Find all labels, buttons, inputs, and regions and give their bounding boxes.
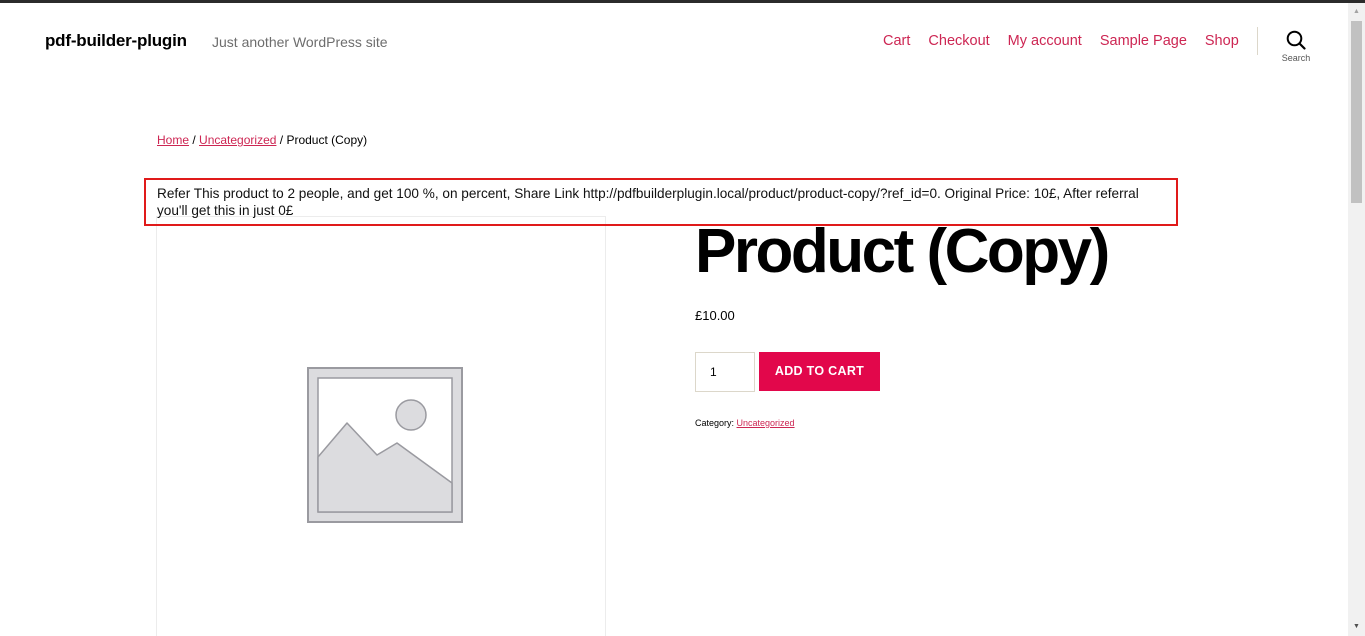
category-label: Category:: [695, 418, 737, 428]
nav-item-checkout[interactable]: Checkout: [928, 33, 989, 49]
breadcrumb-category[interactable]: Uncategorized: [199, 133, 276, 147]
site-description: Just another WordPress site: [212, 34, 388, 50]
site-title[interactable]: pdf-builder-plugin: [45, 31, 187, 51]
search-label: Search: [1281, 53, 1311, 63]
add-to-cart-button[interactable]: ADD TO CART: [759, 352, 880, 391]
product-price: £10.00: [695, 308, 735, 323]
nav-item-sample-page[interactable]: Sample Page: [1100, 33, 1187, 49]
nav-item-my-account[interactable]: My account: [1008, 33, 1082, 49]
breadcrumb-separator: /: [189, 133, 200, 147]
search-icon: [1276, 30, 1316, 50]
page-scrollbar[interactable]: ▲ ▼: [1348, 3, 1365, 636]
nav-divider: [1257, 27, 1258, 55]
product-title: Product (Copy): [695, 217, 1110, 286]
nav-item-shop[interactable]: Shop: [1205, 33, 1239, 49]
product-gallery[interactable]: [156, 216, 606, 636]
nav-item-cart[interactable]: Cart: [883, 33, 910, 49]
breadcrumb-current: Product (Copy): [286, 133, 368, 147]
product-category: Category: Uncategorized: [695, 418, 795, 428]
search-button[interactable]: Search: [1276, 30, 1316, 70]
category-link[interactable]: Uncategorized: [737, 418, 795, 428]
scroll-down-arrow-icon[interactable]: ▼: [1348, 620, 1365, 634]
scrollbar-thumb[interactable]: [1351, 21, 1362, 203]
breadcrumb-separator: /: [276, 133, 287, 147]
browser-top-border: [0, 0, 1365, 3]
scroll-up-arrow-icon[interactable]: ▲: [1348, 5, 1365, 19]
breadcrumb-home[interactable]: Home: [157, 133, 189, 147]
quantity-input[interactable]: 1: [695, 352, 755, 392]
placeholder-image-icon: [305, 365, 465, 530]
primary-nav: Cart Checkout My account Sample Page Sho…: [883, 33, 1257, 49]
breadcrumb: Home / Uncategorized / Product (Copy): [157, 133, 367, 147]
